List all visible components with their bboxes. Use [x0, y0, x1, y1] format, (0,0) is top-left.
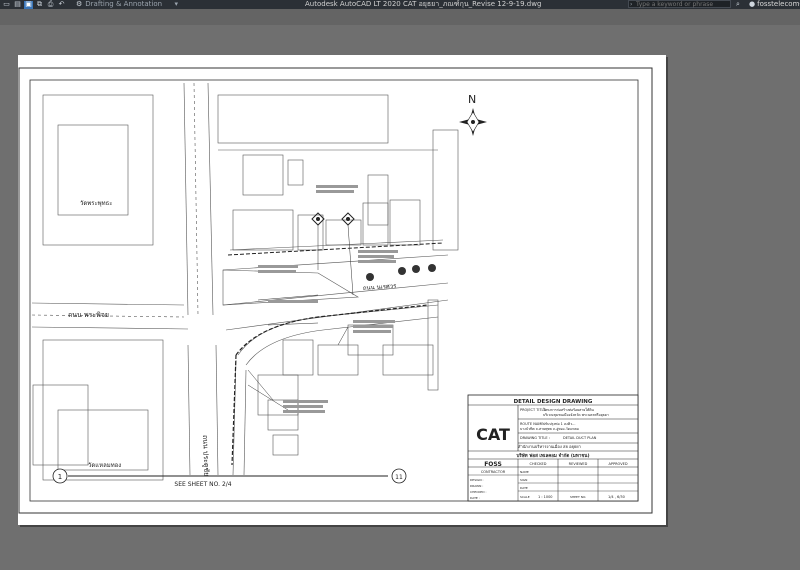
foss-logo: FOSS	[484, 461, 502, 468]
save-as-icon[interactable]: ⧉	[35, 0, 44, 9]
road-label-bottom: ถนน ประตูชัย	[201, 435, 210, 477]
sheet-label: SHEET NO.	[570, 495, 586, 499]
ribbon-area	[0, 9, 800, 25]
match-circle-right-label: 11	[395, 474, 403, 481]
window-title: Autodesk AutoCAD LT 2020 CAT อยุธยา_ภณฑ์…	[305, 0, 542, 8]
sheet-value: 1/4 , 6/30	[608, 495, 625, 499]
match-circle-left-label: 1	[58, 473, 62, 481]
date-label: DATE	[520, 486, 528, 490]
open-file-icon[interactable]: ▤	[13, 0, 22, 9]
drawing-title-value: DETAIL DUCT PLAN	[563, 436, 597, 440]
workspace-switcher[interactable]: ⚙ Drafting & Annotation ▾	[76, 0, 180, 9]
name-label: NAME	[520, 470, 529, 474]
map-linework	[31, 82, 459, 481]
search-icon: ›	[630, 1, 633, 8]
see-sheet-label: SEE SHEET NO. 2/4	[174, 481, 231, 488]
north-arrow	[459, 108, 487, 136]
drawing-title-label: DRAWING TITLE :	[520, 436, 550, 440]
new-file-icon[interactable]: ▭	[2, 0, 11, 9]
col-reviewed: REVIEWED	[569, 462, 588, 466]
row-design: DESIGN :	[470, 478, 484, 482]
user-account[interactable]: ●fosstelecom-...	[749, 0, 800, 9]
building-label-top-left: วัดพระพุทธะ	[80, 200, 112, 207]
drawing-svg: N ถนน พระพิจย ถนน ประตูชัย ถนน นเรศวร วั…	[18, 67, 653, 514]
building-label-bottom-left: วัดแหลมทอง	[88, 462, 121, 469]
search-input[interactable]	[636, 0, 726, 8]
gear-icon: ⚙	[76, 0, 83, 8]
scale-label: SCALE	[520, 495, 530, 499]
workspace-label: Drafting & Annotation	[85, 0, 163, 8]
north-label: N	[468, 93, 476, 106]
col-checked: CHECKED	[530, 462, 547, 466]
titleblock-header: DETAIL DESIGN DRAWING	[514, 399, 593, 405]
row-checked: CHECKED :	[470, 490, 486, 494]
quick-access-toolbar: ▭ ▤ ▣ ⧉ ⎙ ↶	[0, 0, 66, 9]
sign-label: SIGN	[520, 478, 527, 482]
col-contractor: CONTRACTOR	[481, 470, 506, 474]
road-label-center: ถนน นเรศวร	[363, 283, 398, 292]
plot-icon[interactable]: ⎙	[46, 0, 55, 9]
layout-sheet[interactable]: N ถนน พระพิจย ถนน ประตูชัย ถนน นเรศวร วั…	[18, 55, 666, 525]
row-drawn: DRAWN :	[470, 484, 483, 488]
title-bar: ▭ ▤ ▣ ⧉ ⎙ ↶ ⚙ Drafting & Annotation ▾ Au…	[0, 0, 800, 9]
contractor-company: บริษัท ฟอส เทเลคอม จำกัด (มหาชน)	[516, 452, 589, 459]
chevron-down-icon: ▾	[174, 0, 178, 8]
save-icon[interactable]: ▣	[24, 0, 33, 9]
binoculars-icon[interactable]: ⌕	[736, 0, 740, 9]
project-title-line1: โครงการก่อสร้างท่อร้อยสายใต้ดิน	[543, 407, 595, 412]
row-date: DATE :	[470, 496, 480, 500]
search-box[interactable]: ›	[628, 0, 731, 8]
annotation-leaders	[247, 224, 354, 411]
route-name-label: ROUTE NAME :	[520, 422, 546, 426]
user-icon: ●	[749, 0, 756, 8]
scale-value: 1 : 1000	[538, 495, 553, 499]
tree-markers	[366, 264, 436, 281]
col-approved: APPROVED	[608, 462, 627, 466]
user-name: fosstelecom-...	[757, 0, 800, 8]
road-label-left: ถนน พระพิจย	[68, 311, 109, 319]
cat-logo: CAT	[476, 425, 510, 444]
undo-icon[interactable]: ↶	[57, 0, 66, 9]
